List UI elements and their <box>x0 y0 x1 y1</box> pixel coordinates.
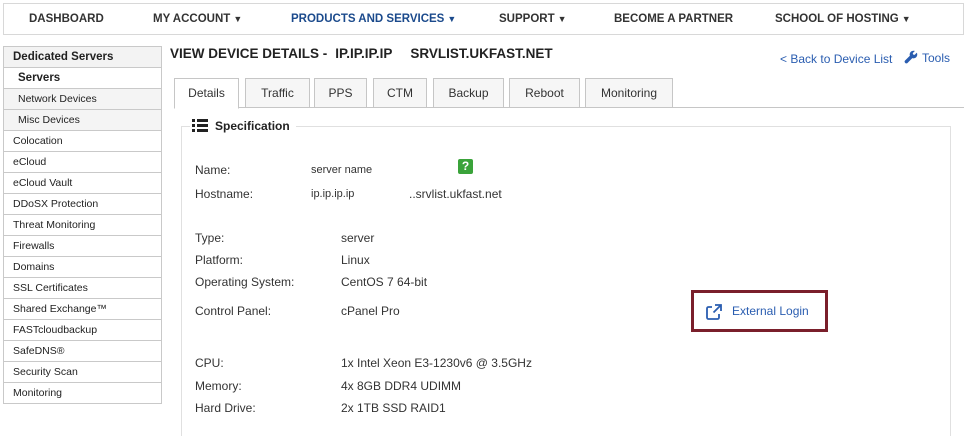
control-panel-value: cPanel Pro <box>341 304 400 318</box>
nav-become-a-partner[interactable]: BECOME A PARTNER <box>614 4 733 34</box>
hostname-value: ..srvlist.ukfast.net <box>409 187 502 201</box>
sidebar-item-firewalls[interactable]: Firewalls <box>3 236 162 257</box>
sidebar-item-servers[interactable]: Servers <box>3 68 162 89</box>
list-icon <box>192 119 208 132</box>
operating-system-label: Operating System: <box>195 275 295 289</box>
specification-heading: Specification <box>190 119 296 133</box>
tab-reboot[interactable]: Reboot <box>509 78 580 108</box>
tools-link[interactable]: Tools <box>904 50 950 65</box>
sidebar-item-colocation[interactable]: Colocation <box>3 131 162 152</box>
wrench-icon <box>904 50 918 64</box>
nav-school-of-hosting[interactable]: SCHOOL OF HOSTING ▼ <box>775 4 911 34</box>
operating-system-value: CentOS 7 64-bit <box>341 275 428 289</box>
external-login-label: External Login <box>732 304 809 318</box>
nav-products-label: PRODUCTS AND SERVICES <box>291 13 445 25</box>
type-label: Type: <box>195 231 225 245</box>
sidebar-item-ddosx-protection[interactable]: DDoSX Protection <box>3 194 162 215</box>
sidebar-item-monitoring[interactable]: Monitoring <box>3 383 162 404</box>
tab-traffic[interactable]: Traffic <box>245 78 310 108</box>
page-title-text: VIEW DEVICE DETAILS - <box>170 46 328 61</box>
nav-support[interactable]: SUPPORT ▼ <box>499 4 567 34</box>
nav-my-account[interactable]: MY ACCOUNT ▼ <box>153 4 242 34</box>
sidebar-item-threat-monitoring[interactable]: Threat Monitoring <box>3 215 162 236</box>
sidebar-item-ecloud[interactable]: eCloud <box>3 152 162 173</box>
memory-label: Memory: <box>195 379 242 393</box>
hostname-label: Hostname: <box>195 187 254 201</box>
sidebar-item-network-devices[interactable]: Network Devices <box>3 89 162 110</box>
specification-title: Specification <box>215 119 290 133</box>
specification-panel <box>181 126 951 436</box>
help-icon[interactable]: ? <box>458 159 473 174</box>
nav-dashboard[interactable]: DASHBOARD <box>29 4 104 34</box>
tab-monitoring[interactable]: Monitoring <box>585 78 673 108</box>
name-label: Name: <box>195 163 231 177</box>
chevron-down-icon: ▼ <box>901 14 911 24</box>
tab-details[interactable]: Details <box>174 78 239 109</box>
tab-backup[interactable]: Backup <box>433 78 504 108</box>
name-value: server name <box>311 164 373 176</box>
hard-drive-value: 2x 1TB SSD RAID1 <box>341 401 446 415</box>
hostname-ip: ip.ip.ip.ip <box>311 188 355 200</box>
top-navigation: DASHBOARD MY ACCOUNT ▼ PRODUCTS AND SERVI… <box>3 3 964 35</box>
device-ip: IP.IP.IP.IP <box>335 46 393 61</box>
external-login-button[interactable]: External Login <box>691 290 828 332</box>
sidebar-item-domains[interactable]: Domains <box>3 257 162 278</box>
type-value: server <box>341 231 375 245</box>
nav-my-account-label: MY ACCOUNT <box>153 13 231 25</box>
sidebar-item-ssl-certificates[interactable]: SSL Certificates <box>3 278 162 299</box>
sidebar-item-fastcloudbackup[interactable]: FASTcloudbackup <box>3 320 162 341</box>
tab-pps[interactable]: PPS <box>314 78 367 108</box>
platform-label: Platform: <box>195 253 244 267</box>
page-title: VIEW DEVICE DETAILS - IP.IP.IP.IP SRVLIST.… <box>170 46 561 61</box>
sidebar-item-security-scan[interactable]: Security Scan <box>3 362 162 383</box>
chevron-down-icon: ▼ <box>233 14 243 24</box>
sidebar-item-misc-devices[interactable]: Misc Devices <box>3 110 162 131</box>
nav-school-label: SCHOOL OF HOSTING <box>775 13 899 25</box>
sidebar-item-shared-exchange[interactable]: Shared Exchange™ <box>3 299 162 320</box>
memory-value: 4x 8GB DDR4 UDIMM <box>341 379 462 393</box>
sidebar-item-safedns[interactable]: SafeDNS® <box>3 341 162 362</box>
hard-drive-label: Hard Drive: <box>195 401 256 415</box>
nav-partner-label: BECOME A PARTNER <box>614 13 734 25</box>
external-link-icon <box>706 304 722 320</box>
nav-dashboard-label: DASHBOARD <box>29 13 104 25</box>
chevron-down-icon: ▼ <box>557 14 567 24</box>
back-to-device-list-link[interactable]: < Back to Device List <box>780 52 892 66</box>
sidebar-item-ecloud-vault[interactable]: eCloud Vault <box>3 173 162 194</box>
nav-products-and-services[interactable]: PRODUCTS AND SERVICES ▼ <box>291 4 456 34</box>
cpu-value: 1x Intel Xeon E3-1230v6 @ 3.5GHz <box>341 356 532 370</box>
control-panel-label: Control Panel: <box>195 304 272 318</box>
chevron-down-icon: ▼ <box>447 14 457 24</box>
sidebar: Dedicated Servers Servers Network Device… <box>3 46 162 404</box>
platform-value: Linux <box>341 253 370 267</box>
nav-support-label: SUPPORT <box>499 13 555 25</box>
tab-ctm[interactable]: CTM <box>373 78 427 108</box>
tools-label: Tools <box>922 51 951 65</box>
cpu-label: CPU: <box>195 356 224 370</box>
sidebar-item-dedicated-servers[interactable]: Dedicated Servers <box>3 46 162 68</box>
device-host: SRVLIST.UKFAST.NET <box>410 46 553 61</box>
